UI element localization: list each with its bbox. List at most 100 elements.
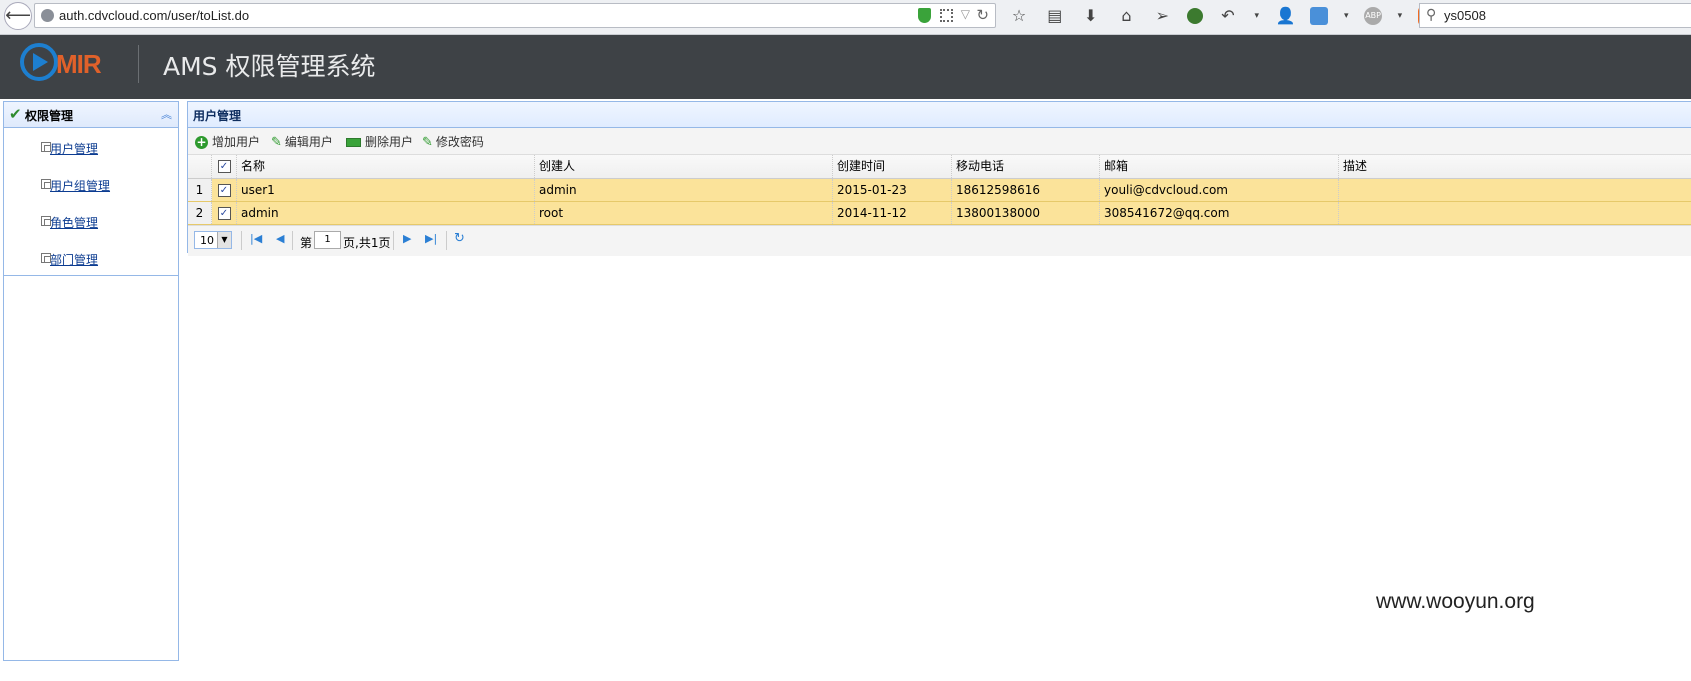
table-row[interactable]: 1 ✓ user1 admin 2015-01-23 18612598616 y… <box>188 179 1691 202</box>
sidebar-item-role-management[interactable]: 角色管理 <box>4 208 178 245</box>
history-dropdown-icon[interactable]: ▽ <box>961 7 970 21</box>
address-bar[interactable]: auth.cdvcloud.com/user/toList.do ▽ ↻ <box>34 3 996 28</box>
row-checkbox[interactable]: ✓ <box>217 184 231 197</box>
cell-creator: root <box>535 202 833 224</box>
page-number-input[interactable]: 1 <box>314 231 341 249</box>
cell-mobile: 18612598616 <box>952 179 1100 201</box>
last-page-icon[interactable]: ▶| <box>425 232 437 245</box>
undo-icon[interactable]: ↶ <box>1217 5 1239 27</box>
qr-code-icon[interactable] <box>940 9 953 22</box>
cell-description <box>1339 202 1691 224</box>
prev-page-icon[interactable]: ◀ <box>276 232 284 245</box>
select-all-cell: ✓ <box>212 155 237 178</box>
panel-header: 用户管理 <box>188 102 1691 128</box>
app-logo: MIR <box>20 43 120 87</box>
column-header-email[interactable]: 邮箱 <box>1100 155 1339 178</box>
home-icon[interactable]: ⌂ <box>1115 5 1137 27</box>
cell-created-time: 2015-01-23 <box>833 179 952 201</box>
cell-name: user1 <box>237 179 535 201</box>
add-user-label: 增加用户 <box>212 135 261 149</box>
sidebar: ✔ 权限管理 ︽ 用户管理 用户组管理 角色管理 部门管理 <box>3 101 179 661</box>
row-select-cell: ✓ <box>212 179 237 201</box>
sidebar-section-title: 权限管理 <box>25 109 74 123</box>
pager-divider <box>393 231 394 250</box>
app-header: MIR AMS 权限管理系统 <box>0 35 1691 99</box>
row-checkbox[interactable]: ✓ <box>217 207 231 220</box>
undo-dropdown-icon[interactable]: ▾ <box>1253 5 1261 27</box>
user-management-panel: 用户管理 + 增加用户 ✎ 编辑用户 删除用户 ✎ 修改密码 ✓ 名称 创建人 创建时… <box>187 101 1691 256</box>
pager-divider <box>241 231 242 250</box>
row-number: 2 <box>188 202 212 224</box>
change-password-button[interactable]: ✎ 修改密码 <box>422 133 484 151</box>
sidebar-section-header[interactable]: ✔ 权限管理 ︽ <box>4 102 178 128</box>
adblock-dropdown-icon[interactable]: ▾ <box>1396 5 1404 27</box>
cell-name: admin <box>237 202 535 224</box>
search-icon: ⚲ <box>1426 7 1437 23</box>
reload-icon[interactable]: ↻ <box>976 6 989 24</box>
remove-icon <box>346 138 361 147</box>
checkmark-icon: ✔ <box>9 105 22 123</box>
cell-description <box>1339 179 1691 201</box>
rownum-header <box>188 155 212 178</box>
edit-user-button[interactable]: ✎ 编辑用户 <box>271 133 333 151</box>
extension-green-icon[interactable] <box>1187 8 1204 24</box>
page-size-select[interactable]: 10 ▼ <box>194 231 232 249</box>
back-button[interactable]: ⟵ <box>4 2 32 30</box>
address-text[interactable]: auth.cdvcloud.com/user/toList.do <box>59 8 249 23</box>
collapse-icon[interactable]: ︽ <box>161 106 172 122</box>
refresh-icon[interactable]: ↻ <box>454 231 465 246</box>
row-number: 1 <box>188 179 212 201</box>
logo-text: MIR <box>56 49 102 79</box>
change-password-label: 修改密码 <box>435 135 484 149</box>
cell-mobile: 13800138000 <box>952 202 1100 224</box>
watermark: www.wooyun.org <box>1376 590 1535 613</box>
page-prefix-label: 第 <box>300 236 313 250</box>
column-header-created-time[interactable]: 创建时间 <box>833 155 952 178</box>
select-all-checkbox[interactable]: ✓ <box>217 160 231 173</box>
edit-user-label: 编辑用户 <box>284 135 333 149</box>
extension-blue-icon[interactable] <box>1310 7 1329 25</box>
download-icon[interactable]: ⬇ <box>1080 5 1102 27</box>
send-icon[interactable]: ➢ <box>1151 5 1173 27</box>
header-divider <box>138 45 139 83</box>
next-page-icon[interactable]: ▶ <box>403 232 411 245</box>
sidebar-item-label[interactable]: 部门管理 <box>50 251 98 268</box>
sidebar-item-user-group-management[interactable]: 用户组管理 <box>4 171 178 208</box>
search-input[interactable]: ys0508 <box>1444 8 1486 23</box>
column-header-mobile[interactable]: 移动电话 <box>952 155 1100 178</box>
user-table: ✓ 名称 创建人 创建时间 移动电话 邮箱 描述 1 ✓ user1 admin… <box>188 155 1691 225</box>
back-arrow-icon: ⟵ <box>5 5 31 26</box>
adblock-icon[interactable]: ABP <box>1364 7 1383 25</box>
add-user-button[interactable]: + 增加用户 <box>195 133 260 151</box>
pager-divider <box>292 231 293 250</box>
cell-creator: admin <box>535 179 833 201</box>
delete-user-label: 删除用户 <box>365 135 414 149</box>
browser-toolbar: ⟵ auth.cdvcloud.com/user/toList.do ▽ ↻ ☆… <box>0 0 1691 35</box>
extension-blue-dropdown-icon[interactable]: ▾ <box>1342 5 1350 27</box>
pencil-icon: ✎ <box>271 135 282 150</box>
first-page-icon[interactable]: |◀ <box>250 232 262 245</box>
sidebar-item-label[interactable]: 角色管理 <box>50 214 98 231</box>
page-total-label: 页,共1页 <box>343 236 391 250</box>
table-row[interactable]: 2 ✓ admin root 2014-11-12 13800138000 30… <box>188 202 1691 225</box>
sidebar-item-label[interactable]: 用户组管理 <box>50 177 110 194</box>
column-header-name[interactable]: 名称 <box>237 155 535 178</box>
bookmark-star-icon[interactable]: ☆ <box>1008 5 1030 27</box>
pagination-bar: 10 ▼ |◀ ◀ 第 1 页,共1页 ▶ ▶| ↻ <box>188 225 1691 256</box>
chevron-down-icon[interactable]: ▼ <box>217 232 231 248</box>
sidebar-item-user-management[interactable]: 用户管理 <box>4 134 178 171</box>
delete-user-button[interactable]: 删除用户 <box>346 133 413 151</box>
page-size-value: 10 <box>200 234 214 247</box>
column-header-creator[interactable]: 创建人 <box>535 155 833 178</box>
cell-created-time: 2014-11-12 <box>833 202 952 224</box>
table-header-row: ✓ 名称 创建人 创建时间 移动电话 邮箱 描述 <box>188 155 1691 179</box>
row-select-cell: ✓ <box>212 202 237 224</box>
user-icon[interactable]: 👤 <box>1275 5 1297 27</box>
browser-search-box[interactable]: ⚲ ys0508 <box>1419 3 1691 28</box>
shield-icon[interactable] <box>918 8 931 23</box>
sidebar-item-label[interactable]: 用户管理 <box>50 140 98 157</box>
sidebar-item-department-management[interactable]: 部门管理 <box>4 245 178 282</box>
app-title: AMS 权限管理系统 <box>163 52 376 81</box>
column-header-description[interactable]: 描述 <box>1339 155 1691 178</box>
reading-list-icon[interactable]: ▤ <box>1044 5 1066 27</box>
